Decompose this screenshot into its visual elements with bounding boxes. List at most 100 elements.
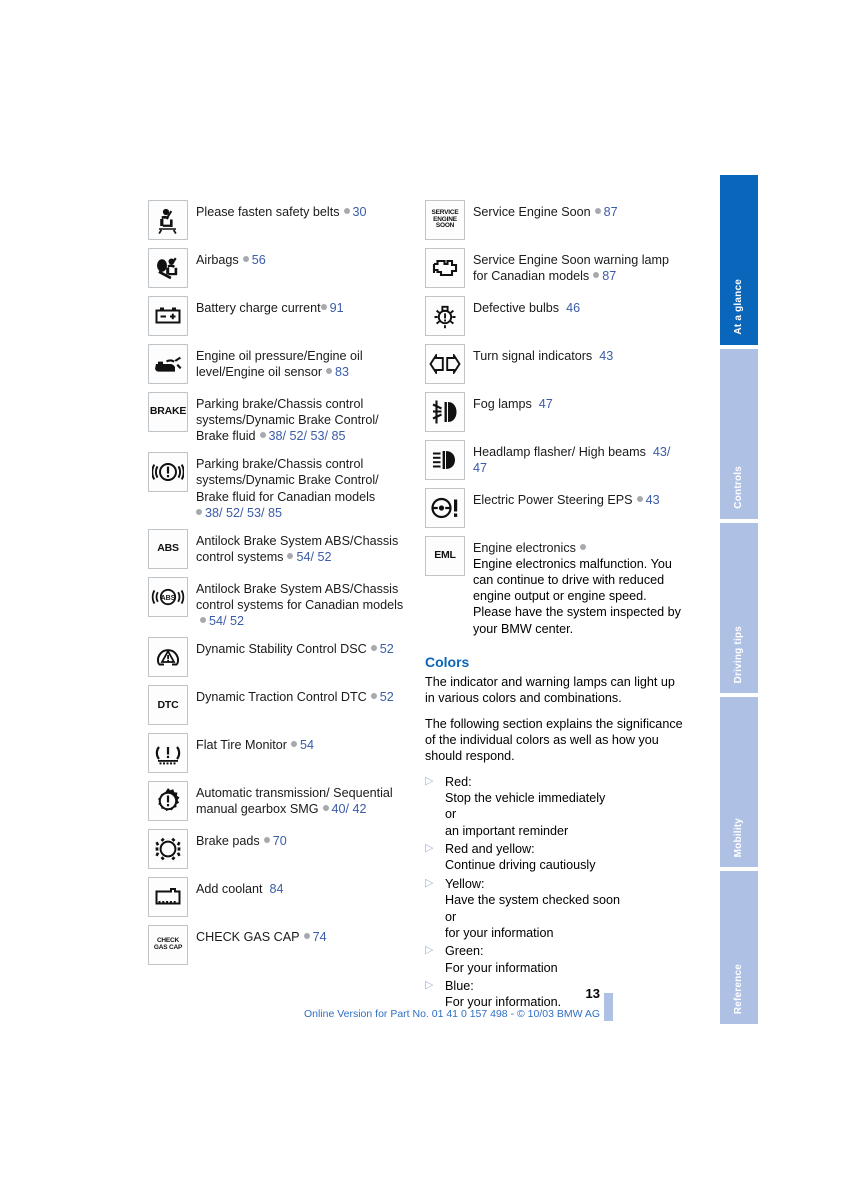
list-item: Engine oil pressure/Engine oil level/Eng… bbox=[148, 344, 408, 384]
list-item: EML Engine electronics Engine electronic… bbox=[425, 536, 687, 637]
tab-label: Controls bbox=[733, 466, 744, 509]
colors-bullet-text: Red: Stop the vehicle immediately or an … bbox=[445, 774, 606, 838]
separator-dot bbox=[259, 432, 266, 439]
list-item: Automatic transmission/ Sequential manua… bbox=[148, 781, 408, 822]
separator-dot bbox=[594, 208, 601, 214]
tab-controls[interactable]: Controls bbox=[720, 349, 758, 519]
colors-bullet: ▷ Red and yellow: Continue driving cauti… bbox=[425, 841, 687, 874]
footer-marker bbox=[604, 993, 613, 1021]
page-ref: 54/ 52 bbox=[296, 549, 332, 564]
abs-icon-label: ABS bbox=[157, 542, 179, 555]
list-item-label: Brake pads bbox=[196, 834, 260, 849]
list-item-label: Service Engine Soon bbox=[473, 205, 591, 219]
page-number: 13 bbox=[585, 986, 600, 1001]
list-item: Battery charge current 91 bbox=[148, 296, 408, 336]
list-item-label: Please fasten safety belts bbox=[196, 205, 340, 219]
abs-text-icon: ABS bbox=[148, 528, 188, 569]
tab-reference[interactable]: Reference bbox=[720, 871, 758, 1024]
list-item-body: Brake pads 70 bbox=[196, 829, 408, 849]
section-tab-rail: At a glance Controls Driving tips Mobili… bbox=[720, 175, 758, 1024]
separator-dot bbox=[636, 496, 643, 502]
list-item: BRAKE Parking brake/Chassis control syst… bbox=[148, 392, 408, 444]
dtc-icon-label: DTC bbox=[157, 698, 179, 711]
brake-pads-icon bbox=[148, 829, 188, 870]
svg-text:ABS: ABS bbox=[161, 595, 176, 602]
page-ref: 87 bbox=[603, 205, 618, 219]
abs-circle-icon: ABS bbox=[148, 576, 188, 617]
list-item: Dynamic Stability Control DSC 52 bbox=[148, 637, 408, 678]
list-item-body: Engine oil pressure/Engine oil level/Eng… bbox=[196, 344, 408, 380]
tab-mobility[interactable]: Mobility bbox=[720, 697, 758, 867]
page-ref: 83 bbox=[335, 365, 350, 380]
list-item-body: Defective bulbs 46 bbox=[473, 296, 687, 316]
list-item: Headlamp flasher/ High beams 43/ 47 bbox=[425, 440, 687, 480]
tab-at-a-glance[interactable]: At a glance bbox=[720, 175, 758, 345]
list-item-label: Engine electronics bbox=[473, 541, 576, 555]
page-ref: 38/ 52/ 53/ 85 bbox=[268, 429, 346, 444]
seatbelt-icon bbox=[148, 200, 188, 240]
separator-dot bbox=[326, 368, 333, 375]
list-item-body: Fog lamps 47 bbox=[473, 392, 687, 412]
list-item-label: Antilock Brake System ABS/Chassis contro… bbox=[196, 581, 404, 612]
triangle-bullet-icon: ▷ bbox=[425, 774, 434, 787]
transmission-icon bbox=[148, 781, 188, 822]
page-ref: 47 bbox=[538, 397, 553, 411]
list-item-body: Parking brake/Chassis control systems/Dy… bbox=[196, 452, 408, 520]
list-item-body: Headlamp flasher/ High beams 43/ 47 bbox=[473, 440, 687, 476]
list-item: Service Engine Soon warning lamp for Can… bbox=[425, 248, 687, 288]
page-ref: 43 bbox=[645, 493, 660, 507]
brake-circle-icon bbox=[148, 452, 188, 493]
colors-bullet: ▷ Green: For your information bbox=[425, 943, 687, 976]
dsc-icon bbox=[148, 637, 188, 678]
page-ref: 52 bbox=[379, 690, 394, 705]
dtc-text-icon: DTC bbox=[148, 685, 188, 726]
list-item-label: Battery charge current bbox=[196, 301, 321, 315]
list-item: SERVICE ENGINE SOON Service Engine Soon 87 bbox=[425, 200, 687, 240]
list-item-body: Turn signal indicators 43 bbox=[473, 344, 687, 364]
high-beam-icon bbox=[425, 440, 465, 480]
list-item-label: Turn signal indicators bbox=[473, 349, 593, 363]
separator-dot bbox=[290, 741, 297, 748]
page-ref: 56 bbox=[251, 253, 266, 267]
list-item-label: Headlamp flasher/ High beams bbox=[473, 445, 646, 459]
battery-icon bbox=[148, 296, 188, 336]
check-gas-cap-icon: CHECK GAS CAP bbox=[148, 925, 188, 966]
separator-dot bbox=[200, 616, 206, 623]
page-ref: 70 bbox=[272, 834, 287, 849]
tab-label: Mobility bbox=[733, 817, 744, 857]
list-item: Electric Power Steering EPS 43 bbox=[425, 488, 687, 528]
tab-driving-tips[interactable]: Driving tips bbox=[720, 523, 758, 693]
list-item-body: Antilock Brake System ABS/Chassis contro… bbox=[196, 529, 408, 565]
list-item-label: Service Engine Soon warning lamp for Can… bbox=[473, 253, 670, 284]
footer-notice: Online Version for Part No. 01 41 0 157 … bbox=[303, 1008, 600, 1020]
tab-label: At a glance bbox=[733, 279, 744, 335]
list-item: Please fasten safety belts 30 bbox=[148, 200, 408, 240]
list-item-body: Parking brake/Chassis control systems/Dy… bbox=[196, 392, 408, 444]
colors-bullet-text: Red and yellow: Continue driving cautiou… bbox=[445, 842, 596, 873]
separator-dot bbox=[263, 837, 270, 844]
tab-label: Reference bbox=[733, 963, 744, 1014]
list-item: ABS Antilock Brake System ABS/Chassis co… bbox=[148, 528, 408, 569]
triangle-bullet-icon: ▷ bbox=[425, 842, 434, 855]
list-item: Airbags 56 bbox=[148, 248, 408, 288]
eps-steering-icon bbox=[425, 488, 465, 528]
page-ref: 38/ 52/ 53/ 85 bbox=[205, 505, 283, 520]
list-item-label: Airbags bbox=[196, 253, 239, 267]
page-ref: 54 bbox=[299, 738, 314, 753]
list-item: CHECK GAS CAP CHECK GAS CAP 74 bbox=[148, 925, 408, 966]
separator-dot bbox=[322, 805, 329, 812]
list-item-body: Electric Power Steering EPS 43 bbox=[473, 488, 687, 508]
list-item: Turn signal indicators 43 bbox=[425, 344, 687, 384]
list-item: Parking brake/Chassis control systems/Dy… bbox=[148, 452, 408, 520]
list-item-body: Engine electronics Engine electronics ma… bbox=[473, 536, 687, 637]
list-item-body: Airbags 56 bbox=[196, 248, 408, 268]
list-item-label: Add coolant bbox=[196, 882, 263, 897]
check-gas-cap-icon-label: CHECK GAS CAP bbox=[153, 937, 183, 952]
list-item-body: Antilock Brake System ABS/Chassis contro… bbox=[196, 577, 408, 629]
fog-lamp-icon bbox=[425, 392, 465, 432]
separator-dot bbox=[593, 272, 600, 279]
triangle-bullet-icon: ▷ bbox=[425, 944, 434, 957]
list-item-body: Dynamic Stability Control DSC 52 bbox=[196, 637, 408, 657]
list-item-body: Service Engine Soon 87 bbox=[473, 200, 687, 220]
airbag-icon bbox=[148, 248, 188, 288]
